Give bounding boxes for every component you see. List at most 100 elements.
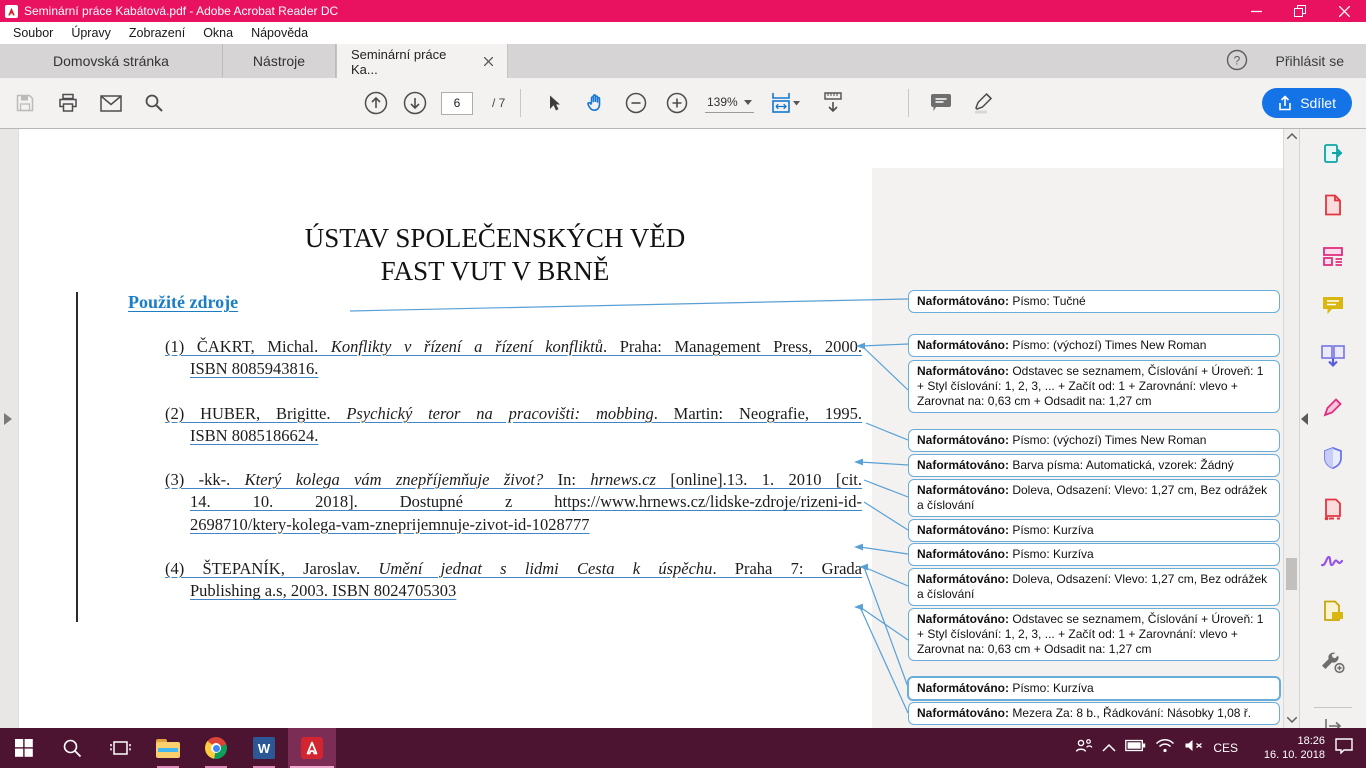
taskbar-search-icon[interactable] (48, 728, 96, 768)
volume-muted-icon[interactable] (1184, 738, 1204, 758)
reference-line: (1) ČAKRT, Michal. Konflikty v řízení a … (165, 337, 862, 356)
zoom-level-select[interactable]: 139% (705, 93, 754, 113)
close-button[interactable] (1322, 0, 1366, 22)
annotation-box[interactable]: Naformátováno: Písmo: (výchozí) Times Ne… (908, 334, 1280, 357)
menu-upravy[interactable]: Úpravy (62, 26, 120, 40)
collapse-tools-pane-arrow-icon[interactable] (1300, 412, 1309, 431)
toolbar: 6 / 7 139% Sdílet (0, 78, 1366, 129)
hidden-icons-chevron-icon[interactable] (1102, 739, 1116, 757)
help-icon[interactable]: ? (1226, 49, 1248, 74)
reference-line: (2) HUBER, Brigitte. Psychický teror na … (165, 404, 863, 423)
fit-width-icon[interactable] (769, 88, 805, 118)
annotation-box[interactable]: Naformátováno: Mezera Za: 8 b., Řádkován… (908, 702, 1280, 725)
svg-text:?: ? (1233, 53, 1240, 67)
tracked-changes-bar (76, 292, 78, 622)
taskbar-file-explorer-icon[interactable] (144, 728, 192, 768)
combine-files-icon[interactable] (1320, 344, 1346, 368)
page-scrolling-icon[interactable] (820, 88, 846, 118)
comment-tool-icon[interactable] (1320, 295, 1346, 317)
protect-icon[interactable] (1320, 446, 1346, 470)
annotation-box[interactable]: Naformátováno: Doleva, Odsazení: Vlevo: … (908, 568, 1280, 606)
sign-in-link[interactable]: Přihlásit se (1276, 53, 1344, 69)
menu-soubor[interactable]: Soubor (4, 26, 62, 40)
tools-pane (1299, 129, 1366, 733)
taskbar: W CES 18:26 16. 10. 2018 (0, 728, 1366, 768)
more-tools-icon[interactable] (1320, 650, 1346, 674)
reference-line: (3) -kk-. Který kolega vám znepříjemňuje… (165, 470, 862, 489)
hand-tool-icon[interactable] (582, 88, 608, 118)
page-total-label: / 7 (492, 96, 506, 110)
section-heading: Použité zdroje (128, 292, 239, 312)
zoom-in-icon[interactable] (664, 88, 690, 118)
chevron-down-icon (743, 99, 752, 105)
minimize-button[interactable] (1234, 0, 1278, 22)
comment-note-icon[interactable] (928, 88, 954, 118)
restore-button[interactable] (1278, 0, 1322, 22)
annotation-box[interactable]: Naformátováno: Písmo: Tučné (908, 290, 1280, 313)
next-page-icon[interactable] (402, 88, 428, 118)
taskbar-chrome-icon[interactable] (192, 728, 240, 768)
language-indicator[interactable]: CES (1213, 741, 1238, 755)
fill-and-sign-icon[interactable] (1320, 395, 1346, 419)
wifi-icon[interactable] (1155, 738, 1175, 758)
tab-bar: Domovská stránka Nástroje Seminární prác… (0, 44, 1366, 79)
scrollbar-thumb[interactable] (1286, 558, 1297, 590)
taskbar-acrobat-icon[interactable] (288, 728, 336, 768)
reference-line: (4) ŠTEPANÍK, Jaroslav. Umění jednat s l… (165, 559, 862, 578)
open-navigation-pane-arrow-icon[interactable] (3, 412, 13, 431)
adobe-sign-icon[interactable] (1320, 548, 1346, 572)
acrobat-app-icon (5, 4, 18, 18)
reference-item: (4) ŠTEPANÍK, Jaroslav. Umění jednat s l… (165, 558, 862, 603)
share-button[interactable]: Sdílet (1262, 88, 1352, 118)
clock[interactable]: 18:26 16. 10. 2018 (1247, 734, 1325, 762)
scroll-down-icon[interactable] (1285, 717, 1299, 723)
email-icon[interactable] (98, 88, 124, 118)
page-number-input[interactable]: 6 (441, 91, 473, 115)
send-for-comments-icon[interactable] (1320, 599, 1346, 623)
action-center-icon[interactable] (1334, 737, 1354, 759)
acrobat-reader-window: Seminární práce Kabátová.pdf - Adobe Acr… (0, 0, 1366, 768)
export-pdf-icon[interactable] (1320, 142, 1346, 166)
menu-bar: Soubor Úpravy Zobrazení Okna Nápověda (0, 22, 1366, 44)
select-tool-icon[interactable] (541, 88, 567, 118)
reference-line: 14. 10. 2018]. Dostupné z https://www.hr… (190, 492, 862, 512)
window-title: Seminární práce Kabátová.pdf - Adobe Acr… (24, 4, 339, 18)
tab-home[interactable]: Domovská stránka (0, 44, 223, 78)
reference-line: Publishing a.s, 2003. ISBN 8024705303 (190, 581, 457, 601)
vertical-scrollbar[interactable] (1283, 129, 1300, 728)
system-tray: CES 18:26 16. 10. 2018 (1073, 728, 1366, 768)
search-icon[interactable] (141, 88, 167, 118)
create-pdf-icon[interactable] (1320, 193, 1346, 217)
annotation-box[interactable]: Naformátováno: Písmo: Kurzíva (908, 519, 1280, 542)
start-button[interactable] (0, 728, 48, 768)
highlighter-icon[interactable] (970, 88, 996, 118)
reference-line: 2698710/ktery-kolega-vam-zneprijemnuje-z… (190, 514, 590, 534)
people-icon[interactable] (1073, 737, 1093, 759)
annotation-box[interactable]: Naformátováno: Barva písma: Automatická,… (908, 454, 1280, 477)
task-view-icon[interactable] (96, 728, 144, 768)
menu-okna[interactable]: Okna (194, 26, 242, 40)
document-title: ÚSTAV SPOLEČENSKÝCH VĚD FAST VUT V BRNĚ (304, 223, 686, 286)
battery-icon[interactable] (1125, 739, 1146, 757)
reference-item: (3) -kk-. Který kolega vám znepříjemňuje… (165, 469, 862, 536)
print-icon[interactable] (55, 88, 81, 118)
edit-pdf-icon[interactable] (1320, 244, 1346, 268)
tab-tools[interactable]: Nástroje (223, 44, 336, 78)
reference-line: ISBN 8085186624. (190, 426, 319, 446)
annotation-box[interactable]: Naformátováno: Odstavec se seznamem, Čís… (908, 360, 1280, 413)
previous-page-icon[interactable] (363, 88, 389, 118)
menu-zobrazeni[interactable]: Zobrazení (120, 26, 194, 40)
tab-close-icon[interactable] (484, 57, 493, 66)
tab-document[interactable]: Seminární práce Ka... (336, 44, 508, 79)
save-icon[interactable] (12, 88, 38, 118)
annotation-box[interactable]: Naformátováno: Odstavec se seznamem, Čís… (908, 608, 1280, 661)
annotation-box[interactable]: Naformátováno: Písmo: Kurzíva (908, 543, 1280, 566)
annotation-box[interactable]: Naformátováno: Písmo: (výchozí) Times Ne… (908, 429, 1280, 452)
scroll-up-icon[interactable] (1285, 133, 1299, 139)
annotation-box[interactable]: Naformátováno: Doleva, Odsazení: Vlevo: … (908, 479, 1280, 517)
annotation-box[interactable]: Naformátováno: Písmo: Kurzíva (907, 676, 1281, 701)
redact-icon[interactable] (1320, 497, 1346, 521)
zoom-out-icon[interactable] (623, 88, 649, 118)
menu-napoveda[interactable]: Nápověda (242, 26, 317, 40)
taskbar-word-icon[interactable]: W (240, 728, 288, 768)
